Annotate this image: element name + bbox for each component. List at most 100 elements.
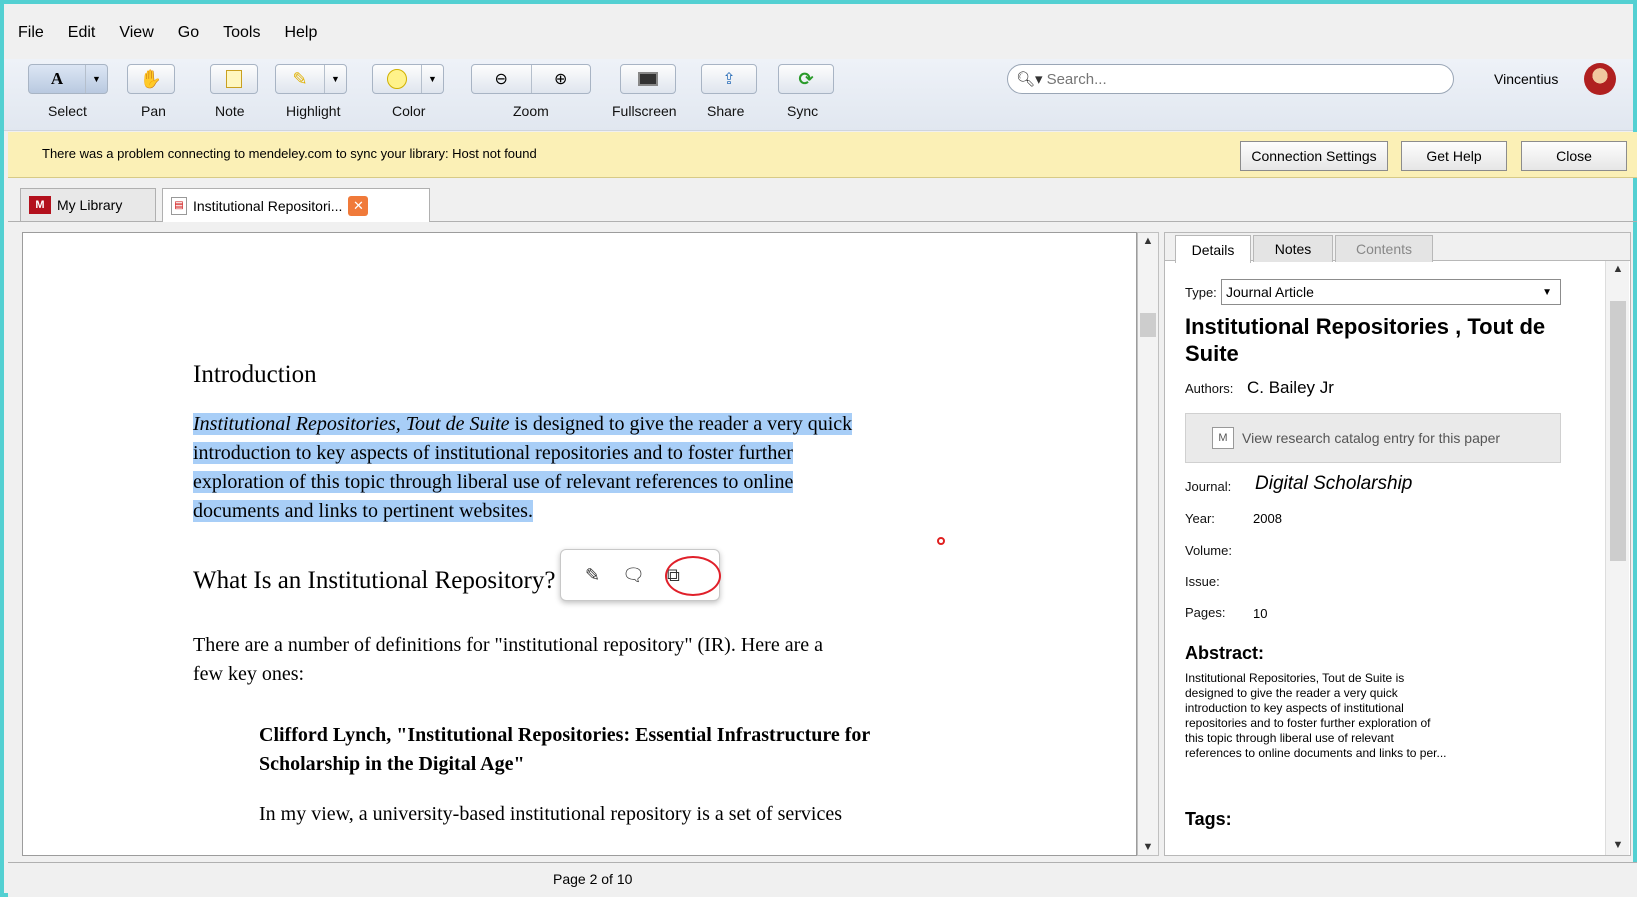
- scrollbar-thumb[interactable]: [1140, 313, 1156, 337]
- abstract-line: Institutional Repositories, Tout de Suit…: [1185, 671, 1405, 685]
- abstract-heading: Abstract:: [1185, 643, 1265, 663]
- pages-value[interactable]: 10: [1253, 606, 1267, 621]
- paragraph-line: introduction to key aspects of instituti…: [193, 442, 793, 464]
- text-cursor-icon: A: [50, 69, 64, 88]
- selection-popup: ✎ 🗨︎ ⧉: [560, 549, 721, 601]
- menu-view[interactable]: View: [117, 24, 155, 46]
- details-panel: Details Notes Contents Type: Journal Art…: [1164, 232, 1631, 856]
- abstract-line: this topic through liberal use of releva…: [1185, 731, 1394, 745]
- chevron-down-icon[interactable]: ▼: [421, 65, 443, 93]
- tab-my-library[interactable]: M My Library: [20, 188, 156, 221]
- abstract-text[interactable]: Institutional Repositories, Tout de Suit…: [1185, 671, 1565, 761]
- authors-label: Authors:: [1185, 381, 1234, 396]
- pdf-icon: ▤: [171, 196, 187, 215]
- pdf-viewer[interactable]: Introduction Institutional Repositories,…: [22, 232, 1137, 856]
- scroll-up-icon[interactable]: ▲: [1610, 263, 1626, 275]
- search-icon[interactable]: 🔍︎▾: [1016, 70, 1043, 88]
- pan-label: Pan: [141, 103, 166, 119]
- hand-icon: ✋: [139, 68, 163, 89]
- volume-label: Volume:: [1185, 543, 1232, 558]
- definitions-paragraph: There are a number of definitions for "i…: [193, 631, 983, 689]
- quote-title-line: Scholarship in the Digital Age": [259, 753, 525, 775]
- menu-tools[interactable]: Tools: [221, 24, 262, 46]
- scroll-up-icon[interactable]: ▲: [1140, 235, 1156, 247]
- menu-bar: File Edit View Go Tools Help: [16, 24, 319, 46]
- menu-file[interactable]: File: [16, 24, 46, 46]
- color-button[interactable]: ▼: [372, 64, 444, 94]
- sync-error-bar: There was a problem connecting to mendel…: [8, 132, 1637, 178]
- details-tabs: Details Notes Contents: [1165, 233, 1630, 263]
- scrollbar-thumb[interactable]: [1610, 301, 1626, 561]
- chevron-down-icon[interactable]: ▼: [85, 65, 107, 93]
- app-window: File Edit View Go Tools Help A ▼ ✋ ✎ ▼ ▼: [0, 0, 1637, 897]
- catalog-icon: M: [1212, 427, 1234, 449]
- authors-value[interactable]: C. Bailey Jr: [1247, 378, 1334, 398]
- color-label: Color: [392, 103, 426, 119]
- type-value: Journal Article: [1226, 284, 1314, 300]
- search-input[interactable]: [1046, 70, 1427, 88]
- selected-paragraph[interactable]: Institutional Repositories, Tout de Suit…: [193, 410, 983, 526]
- abstract-line: references to online documents and links…: [1185, 746, 1447, 760]
- avatar[interactable]: [1584, 63, 1616, 95]
- user-name[interactable]: Vincentius: [1494, 71, 1558, 87]
- highlight-selection-icon[interactable]: ✎: [585, 565, 600, 586]
- paragraph-line: documents and links to pertinent website…: [193, 500, 533, 522]
- paragraph-italic-title: Institutional Repositories, Tout de Suit…: [193, 413, 510, 435]
- document-title[interactable]: Institutional Repositories , Tout de Sui…: [1185, 313, 1565, 367]
- tab-document[interactable]: ▤ Institutional Repositori... ✕: [162, 188, 430, 222]
- connection-settings-button[interactable]: Connection Settings: [1240, 141, 1388, 171]
- share-label: Share: [707, 103, 745, 119]
- details-scrollbar[interactable]: ▲ ▼: [1605, 261, 1629, 855]
- zoom-group: ⊖ ⊕: [471, 64, 591, 94]
- tab-bar: M My Library ▤ Institutional Repositori.…: [8, 186, 1637, 222]
- abstract-line: designed to give the reader a very quick: [1185, 686, 1398, 700]
- year-value[interactable]: 2008: [1253, 511, 1282, 526]
- scroll-down-icon[interactable]: ▼: [1610, 839, 1626, 851]
- select-tool-button[interactable]: A ▼: [28, 64, 108, 94]
- tab-details[interactable]: Details: [1175, 235, 1251, 263]
- tags-heading: Tags:: [1185, 809, 1232, 829]
- paragraph-line: few key ones:: [193, 663, 305, 685]
- mendeley-logo-icon: M: [29, 196, 51, 214]
- highlight-button[interactable]: ✎ ▼: [275, 64, 347, 94]
- toolbar: A ▼ ✋ ✎ ▼ ▼ ⊖ ⊕ ⇪ ⟳ Select Pan Note High…: [4, 59, 1633, 131]
- close-tab-icon[interactable]: ✕: [348, 195, 369, 216]
- zoom-out-icon[interactable]: ⊖: [472, 69, 531, 89]
- fullscreen-button[interactable]: [620, 64, 676, 94]
- journal-value[interactable]: Digital Scholarship: [1255, 473, 1412, 495]
- quote-title: Clifford Lynch, "Institutional Repositor…: [259, 721, 979, 779]
- abstract-line: repositories and to foster further explo…: [1185, 716, 1431, 730]
- highlight-label: Highlight: [286, 103, 341, 119]
- share-button[interactable]: ⇪: [701, 64, 757, 94]
- zoom-in-icon[interactable]: ⊕: [530, 65, 591, 93]
- type-select[interactable]: Journal Article ▼: [1221, 279, 1561, 305]
- fullscreen-icon: [638, 72, 658, 86]
- sync-label: Sync: [787, 103, 819, 119]
- quote-title-line: Clifford Lynch, "Institutional Repositor…: [259, 724, 871, 746]
- menu-help[interactable]: Help: [282, 24, 319, 46]
- tab-contents[interactable]: Contents: [1335, 235, 1433, 262]
- type-label: Type:: [1185, 285, 1217, 300]
- menu-go[interactable]: Go: [176, 24, 201, 46]
- scroll-down-icon[interactable]: ▼: [1140, 841, 1156, 853]
- paragraph-line: exploration of this topic through libera…: [193, 471, 794, 493]
- heading-introduction: Introduction: [193, 361, 317, 388]
- get-help-button[interactable]: Get Help: [1401, 141, 1507, 171]
- tab-notes[interactable]: Notes: [1253, 235, 1333, 262]
- chevron-down-icon[interactable]: ▼: [324, 65, 346, 93]
- quote-body: In my view, a university-based instituti…: [259, 803, 843, 825]
- sync-error-message: There was a problem connecting to mendel…: [42, 146, 537, 161]
- abstract-line: introduction to key aspects of instituti…: [1185, 701, 1404, 715]
- highlighter-icon: ✎: [292, 68, 308, 89]
- menu-edit[interactable]: Edit: [66, 24, 98, 46]
- close-button[interactable]: Close: [1521, 141, 1627, 171]
- research-catalog-button[interactable]: M View research catalog entry for this p…: [1185, 413, 1561, 463]
- add-note-icon[interactable]: 🗨︎: [622, 565, 645, 586]
- issue-label: Issue:: [1185, 574, 1220, 589]
- note-button[interactable]: [210, 64, 258, 94]
- pan-button[interactable]: ✋: [127, 64, 175, 94]
- sync-icon: ⟳: [798, 68, 814, 89]
- document-scrollbar[interactable]: ▲ ▼: [1137, 232, 1159, 856]
- sync-button[interactable]: ⟳: [778, 64, 834, 94]
- tab-label: Institutional Repositori...: [193, 197, 343, 214]
